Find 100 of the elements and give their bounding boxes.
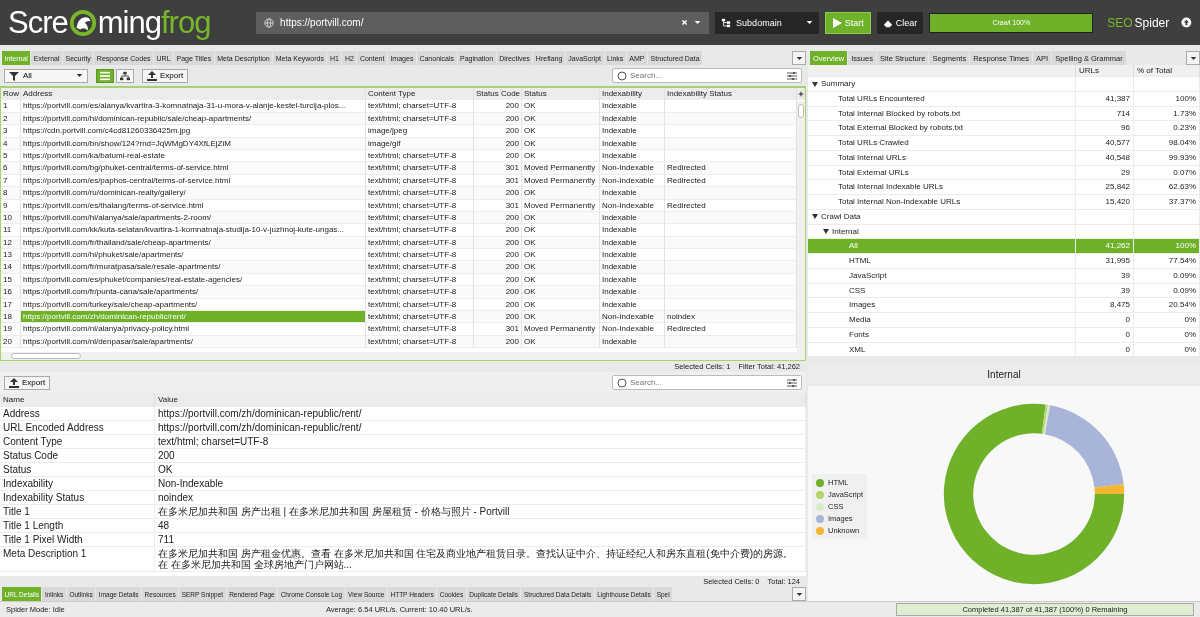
view-toggle[interactable] [96,68,114,83]
triangle-icon[interactable] [823,229,829,234]
table-cell: https://portvill.com/zh/dominican-republic/rent/ [155,407,806,420]
tree-label: Total URLs Crawled [838,137,909,149]
search-field[interactable]: Search... [612,68,802,83]
upload-icon[interactable] [1181,17,1192,28]
plus-icon[interactable] [797,90,804,97]
table-cell: OK [522,211,600,225]
table-cell: Non-Indexable [600,162,665,175]
scrollbar-thumb[interactable] [11,353,81,359]
tree-row[interactable]: Fonts 0 0% [808,327,1200,343]
column-header[interactable]: Indexability [600,88,665,101]
tree-row[interactable]: HTML 31,995 77.54% [808,254,1200,269]
table-cell: 在多米尼加共和国 房产租金优惠。查看 在多米尼加共和国 住宅及商业地产租赁目录。查找认证中介、持证经纪人和房东直租(免中介费)的房源。在 在多米尼加共和国 全球房地产门户网站... [155,547,806,571]
url-count: 0 [1125,315,1130,324]
table-cell: 9 [1,199,21,212]
tree-row[interactable]: Crawl Data [808,209,1200,225]
table-cell: text/html; charset=UTF-8 [366,211,474,225]
tree-label: XML [849,343,866,356]
column-header[interactable]: Address [21,88,366,101]
table-cell: 200 [474,335,522,349]
tree-row[interactable]: Total URLs Encountered 41,387 100% [808,91,1200,107]
table-cell: https://portvill.com/ru/dominican-realty/gallery/ [21,187,366,200]
table-cell: 在多米尼加共和国 房产出租 | 在多米尼加共和国 房屋租赁 - 价格与照片 - Portvill [155,505,806,518]
tabs-menu-button[interactable] [1186,51,1200,65]
column-header[interactable]: Value [155,393,806,406]
table-cell: 11 [1,224,21,237]
tree-row[interactable]: Images 8,475 20.54% [808,298,1200,313]
table-cell: Address [0,407,155,420]
table-cell: 14 [1,261,21,274]
url-input[interactable]: https://portvill.com/ [280,17,676,28]
sliders-icon[interactable] [787,70,797,81]
table-cell: 200 [474,187,522,200]
mode-dropdown[interactable]: Subdomain [715,11,819,34]
table-cell: 200 [474,224,522,237]
table-cell: https://portvill.com/zh/dominican-republic/rent/ [155,421,806,434]
tree-row[interactable]: Media 0 0% [808,313,1200,328]
tree-row[interactable]: XML 0 0% [808,342,1200,358]
scrollbar[interactable] [797,101,805,352]
table-cell: 3 [1,125,21,138]
table-cell: text/html; charset=UTF-8 [366,162,474,175]
clear-button[interactable]: Clear [876,11,924,34]
search-field[interactable]: Search... [612,375,802,390]
close-icon[interactable] [681,19,689,26]
play-icon [831,17,842,28]
table-cell: https://portvill.com/nl/alanya/privacy-policy.html [21,323,366,336]
table-cell: https://portvill.com/fr/punta-cana/sale/apartments/ [21,286,366,299]
tree-label: Internal [832,225,859,238]
triangle-icon[interactable] [812,214,818,220]
table-cell: OK [522,236,600,250]
scrollbar-thumb[interactable] [798,104,804,118]
hierarchy-icon [120,70,130,81]
column-header[interactable]: URLs [1076,65,1134,77]
table-cell: Redirected [665,199,797,212]
view-toggle[interactable] [116,68,134,83]
triangle-icon[interactable] [812,81,818,87]
sliders-icon[interactable] [787,377,797,388]
tree-row[interactable]: Total External URLs 29 0.07% [808,165,1200,181]
column-header[interactable]: Status Code [474,88,522,101]
tree-row[interactable]: Summary [808,77,1200,92]
search-icon [617,377,627,388]
tree-row[interactable]: Total Internal Blocked by robots.txt 714 1.73% [808,106,1200,122]
table-cell: OK [522,100,600,113]
table-cell: Indexability Status [0,491,155,504]
table-cell: Moved Permanently [522,199,600,212]
table-cell: https://portvill.com/es/thalang/terms-of-service.html [21,199,366,212]
column-header[interactable]: Content Type [366,88,474,101]
brand-text: SEO [1107,15,1133,30]
tree-row[interactable]: Total URLs Crawled 40,577 98.04% [808,136,1200,151]
logo-text: Scre [8,4,68,41]
tree-row[interactable]: JavaScript 39 0.09% [808,268,1200,284]
scrollbar[interactable] [1,352,805,360]
column-header[interactable]: Row [1,88,21,101]
tree-row[interactable]: CSS 39 0.09% [808,283,1200,299]
tree-row[interactable]: Total External Blocked by robots.txt 96 0.23% [808,121,1200,136]
column-header[interactable]: % of Total [1134,65,1200,77]
tree-label: JavaScript [849,269,887,282]
tree-label: Summary [821,78,856,90]
caret-icon[interactable] [694,19,702,26]
tree-label: Crawl Data [821,210,861,223]
table-cell: 48 [155,519,806,532]
url-count: 0 [1125,344,1130,354]
table-cell: Indexable [600,125,665,138]
url-field[interactable]: https://portvill.com/ [256,11,710,34]
column-header[interactable]: Indexability Status [665,88,797,101]
tabs-menu-button[interactable] [792,51,806,65]
export-button[interactable]: Export [4,375,51,390]
table-cell: URL Encoded Address [0,421,155,434]
tree-row[interactable]: Total Internal Non-Indexable URLs 15,420 37.37% [808,195,1200,210]
tabs-menu-button[interactable] [792,587,806,601]
table-cell: Non-Indexable [600,311,665,324]
tree-row[interactable]: Total Internal URLs 40,548 99.93% [808,150,1200,166]
column-header[interactable]: Status [522,88,600,101]
filter-dropdown[interactable]: All [4,68,88,83]
column-header[interactable]: Name [0,393,155,406]
hierarchy-icon [721,17,732,28]
url-count: 39 [1121,270,1130,280]
tree-row[interactable]: Total Internal Indexable URLs 25,842 62.63% [808,180,1200,195]
table-cell: https://portvill.com/fr/thailand/sale/cheap-apartments/ [21,236,366,250]
export-button[interactable]: Export [142,68,189,83]
